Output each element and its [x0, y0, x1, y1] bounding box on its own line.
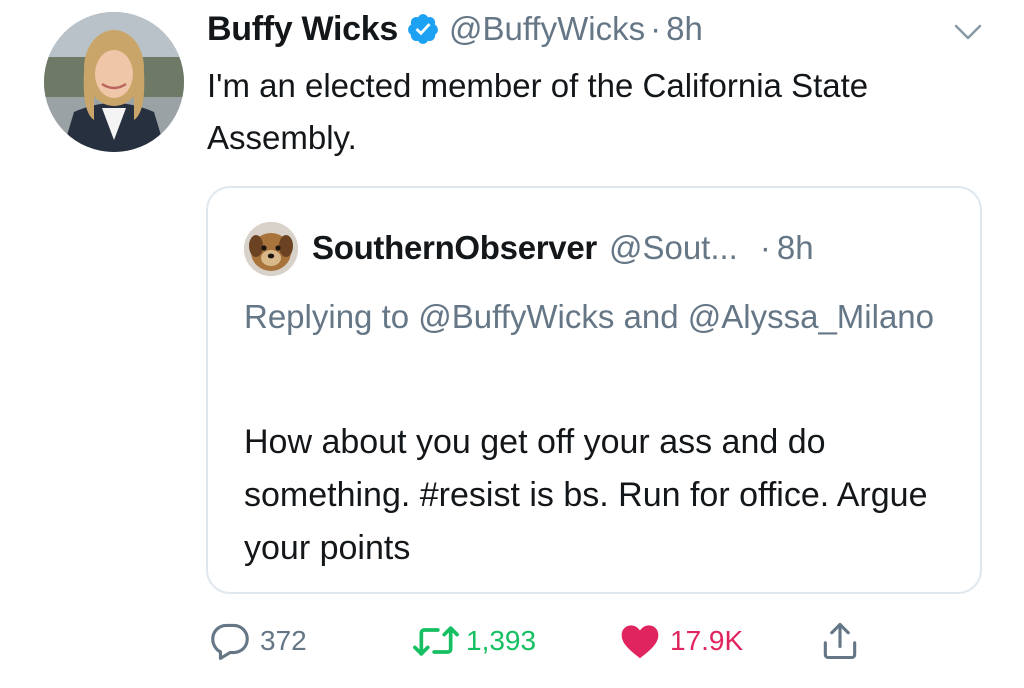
- quoted-author-name: SouthernObserver: [312, 229, 597, 266]
- quoted-tweet-text: How about you get off your ass and do so…: [244, 423, 928, 567]
- tweet-header: Buffy Wicks @BuffyWicks · 8h: [207, 7, 703, 51]
- author-photo: [44, 12, 184, 152]
- quoted-tweet-timestamp: 8h: [776, 229, 814, 266]
- separator-dot: ·: [650, 10, 662, 47]
- heart-icon: [621, 625, 659, 659]
- author-avatar[interactable]: [44, 12, 184, 152]
- quoted-tweet-header: SouthernObserver @Sout... · 8h: [312, 226, 814, 270]
- share-icon: [823, 622, 857, 660]
- quoted-author-avatar: [244, 222, 298, 276]
- share-button[interactable]: [818, 618, 862, 664]
- reply-button[interactable]: 372: [208, 618, 307, 664]
- dog-photo: [244, 222, 298, 276]
- like-button[interactable]: 17.9K: [618, 618, 743, 664]
- retweet-button[interactable]: 1,393: [410, 618, 536, 664]
- reply-icon: [211, 623, 249, 660]
- retweet-count: 1,393: [466, 625, 537, 656]
- quoted-author-handle: @Sout...: [608, 229, 738, 266]
- tweet-text: I'm an elected member of the California …: [207, 67, 869, 156]
- chevron-down-icon: [954, 24, 982, 40]
- verified-badge-icon: [406, 12, 440, 46]
- author-name[interactable]: Buffy Wicks: [207, 10, 398, 49]
- retweet-icon: [413, 626, 459, 656]
- tweet-action-bar: 372 1,393 17.9K: [0, 610, 1024, 670]
- tweet-menu-button[interactable]: [948, 18, 988, 46]
- reply-count: 372: [260, 625, 307, 656]
- replying-to-text: Replying to @BuffyWicks and @Alyssa_Mila…: [244, 298, 935, 335]
- like-count: 17.9K: [670, 625, 744, 656]
- tweet-timestamp[interactable]: 8h: [666, 10, 703, 48]
- quoted-tweet-card[interactable]: SouthernObserver @Sout... · 8h Replying …: [206, 186, 982, 594]
- quoted-separator-dot: ·: [759, 229, 771, 266]
- author-handle[interactable]: @BuffyWicks: [449, 10, 645, 48]
